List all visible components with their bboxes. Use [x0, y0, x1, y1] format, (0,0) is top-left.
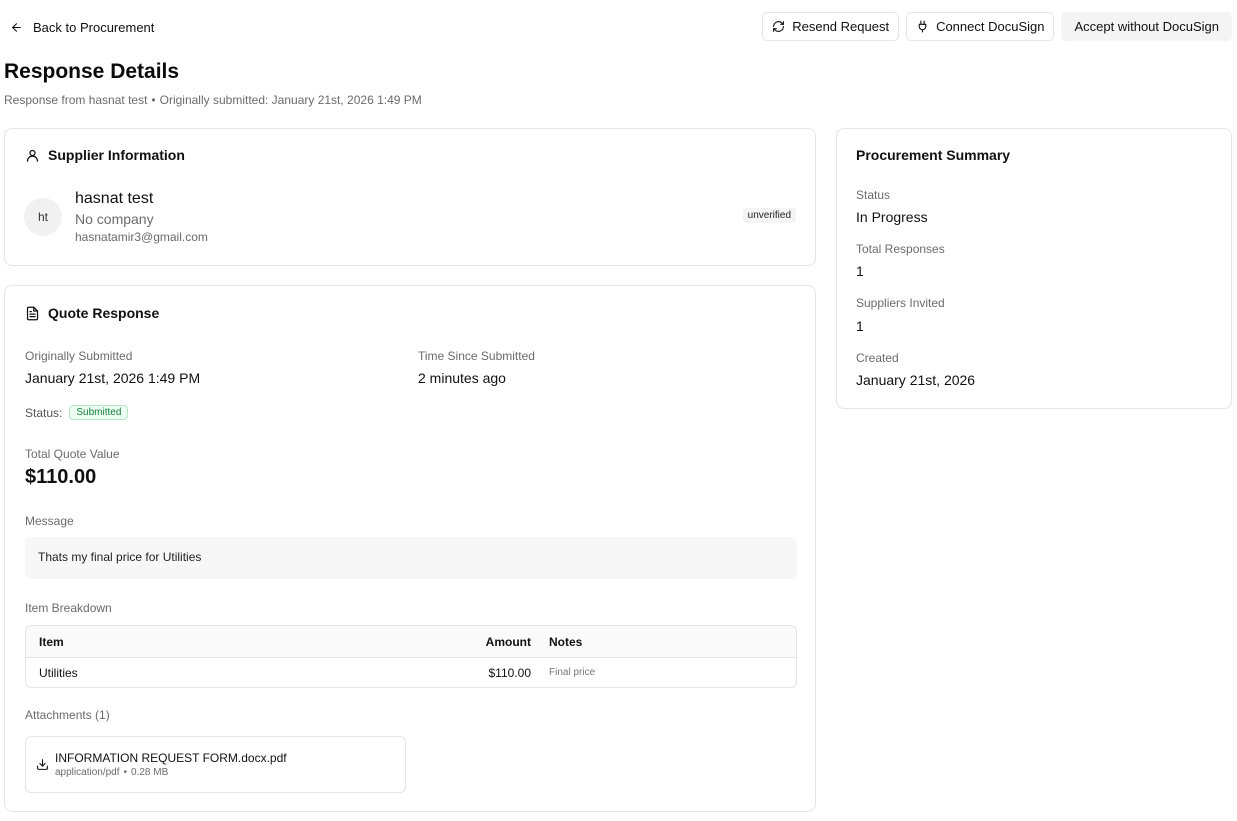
user-icon	[26, 149, 39, 162]
page-subtitle: Response from hasnat test • Originally s…	[4, 93, 422, 107]
attachment-type: application/pdf	[55, 767, 120, 778]
attachment-meta: application/pdf • 0.28 MB	[55, 767, 168, 778]
refresh-icon	[773, 21, 785, 32]
quote-card-title-label: Quote Response	[48, 305, 160, 321]
subtitle-separator: •	[151, 93, 156, 107]
top-bar: Back to Procurement Resend Request Conne…	[0, 12, 1237, 42]
originally-submitted-label: Originally Submitted	[25, 349, 133, 363]
time-since-submitted-label: Time Since Submitted	[418, 349, 535, 363]
plug-icon	[918, 20, 927, 33]
back-to-procurement-link[interactable]: Back to Procurement	[10, 16, 154, 38]
download-icon	[37, 759, 48, 770]
status-row: Status: Submitted	[25, 405, 129, 420]
time-since-submitted-value: 2 minutes ago	[418, 370, 506, 386]
file-text-icon	[26, 306, 39, 320]
item-breakdown-label: Item Breakdown	[25, 601, 112, 615]
attachments-label: Attachments (1)	[25, 708, 110, 722]
status-label: Status:	[25, 405, 63, 420]
attachment-size: 0.28 MB	[131, 767, 169, 778]
accept-without-docusign-button[interactable]: Accept without DocuSign	[1061, 12, 1232, 41]
supplier-card-title: Supplier Information	[25, 147, 185, 163]
table-header: Item Amount Notes	[26, 626, 796, 658]
resend-request-label: Resend Request	[792, 19, 890, 34]
total-quote-value: $110.00	[25, 466, 97, 488]
item-breakdown-table: Item Amount Notes Utilities $110.00 Fina…	[25, 625, 797, 688]
quote-card-title: Quote Response	[25, 305, 159, 321]
summary-status-label: Status	[856, 188, 891, 202]
supplier-information-card: Supplier Information ht hasnat test No c…	[4, 128, 816, 266]
summary-created-label: Created	[856, 351, 899, 365]
avatar: ht	[24, 198, 62, 236]
resend-request-button[interactable]: Resend Request	[762, 12, 900, 41]
summary-suppliers-invited-label: Suppliers Invited	[856, 296, 945, 310]
quote-response-card: Quote Response Originally Submitted Janu…	[4, 285, 816, 812]
status-badge: Submitted	[69, 405, 129, 420]
column-header-item: Item	[39, 634, 64, 649]
column-header-amount: Amount	[485, 634, 531, 649]
supplier-name: hasnat test	[75, 190, 154, 207]
page-title: Response Details	[4, 60, 180, 83]
accept-without-docusign-label: Accept without DocuSign	[1074, 19, 1219, 34]
procurement-summary-card: Procurement Summary Status In Progress T…	[836, 128, 1232, 409]
back-link-label: Back to Procurement	[33, 19, 155, 35]
total-quote-value-label: Total Quote Value	[25, 447, 120, 461]
supplier-email: hasnatamir3@gmail.com	[75, 230, 208, 244]
connect-docusign-label: Connect DocuSign	[936, 19, 1045, 34]
summary-card-title: Procurement Summary	[856, 147, 1011, 163]
summary-created-value: January 21st, 2026	[856, 372, 976, 388]
originally-submitted-value: January 21st, 2026 1:49 PM	[25, 370, 201, 386]
header-actions: Resend Request Connect DocuSign Accept w…	[762, 12, 1232, 41]
message-label: Message	[25, 514, 74, 528]
attachment-name: INFORMATION REQUEST FORM.docx.pdf	[55, 751, 287, 765]
cell-notes: Final price	[549, 667, 596, 678]
subtitle-from: Response from hasnat test	[4, 93, 148, 107]
table-row: Utilities $110.00 Final price	[26, 658, 796, 687]
summary-total-responses-value: 1	[856, 263, 864, 279]
supplier-card-title-label: Supplier Information	[48, 147, 185, 163]
attachment-meta-separator: •	[123, 767, 128, 778]
supplier-company: No company	[75, 211, 154, 227]
subtitle-submitted: Originally submitted: January 21st, 2026…	[159, 93, 422, 107]
message-box: Thats my final price for Utilities	[25, 537, 797, 579]
summary-suppliers-invited-value: 1	[856, 318, 864, 334]
cell-item: Utilities	[39, 665, 78, 680]
connect-docusign-button[interactable]: Connect DocuSign	[906, 12, 1055, 41]
column-header-notes: Notes	[549, 634, 583, 649]
attachment-download[interactable]: INFORMATION REQUEST FORM.docx.pdf applic…	[25, 736, 406, 793]
summary-total-responses-label: Total Responses	[856, 242, 945, 256]
verification-badge: unverified	[742, 208, 796, 223]
arrow-left-icon	[12, 22, 21, 32]
cell-amount: $110.00	[488, 665, 532, 680]
summary-status-value: In Progress	[856, 209, 928, 225]
